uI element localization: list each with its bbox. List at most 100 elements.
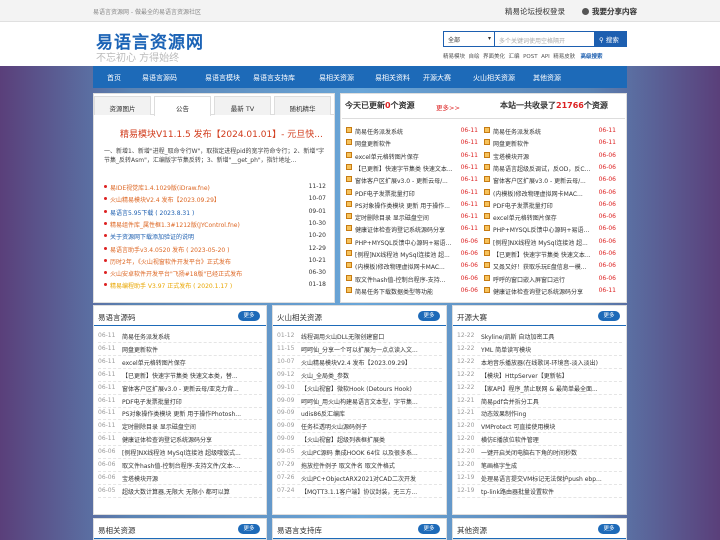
news-item[interactable]: 火山精易模块V2.4 发布【2023.09.29】 10-07 (104, 195, 326, 205)
today-item[interactable]: (内模板)修改物理虚拟网卡MAC... 06-06 (346, 262, 478, 272)
row-title[interactable]: PDF电子发票批量打印 (122, 397, 262, 406)
hot-keyword[interactable]: 汇编 (509, 54, 520, 60)
news-item[interactable]: 精易编程助手 V3.97 正式发布 ( 2020.1.17 ) 01-18 (104, 281, 326, 291)
row-title[interactable]: 【模块】HttpServer【更新帖】 (481, 371, 622, 380)
row-title[interactable]: [例程]NX线程池 MySql连接池 超级哦饭式... (122, 448, 262, 457)
today-item[interactable]: 简易任务下载数据类型等功能 06-06 (346, 286, 478, 297)
nav-item[interactable]: 易语言源码 (142, 73, 177, 83)
today-item[interactable]: [例程]NX线程池 MySql连接池 超... 06-06 (346, 250, 478, 260)
login-link[interactable]: 精易论坛授权登录 (505, 6, 565, 17)
today-item[interactable]: 简易任务派发系统 06-11 (346, 127, 478, 137)
nav-item[interactable]: 易相关资源 (319, 73, 354, 83)
today-item[interactable]: 定时删除目录 显示磁盘空间 06-11 (346, 213, 478, 223)
row-title[interactable]: 火山PC+ObjectARX2021对CAD二次开发 (301, 474, 442, 483)
row-title[interactable]: 火山PC源码 集成HOOK 64位 以及很多系... (301, 448, 442, 457)
tab-images[interactable]: 资源图片 (94, 96, 151, 115)
hot-keyword[interactable]: 精易皮肤 (553, 54, 575, 60)
row-title[interactable]: 健康证体检查询登记系统源码分享 (122, 435, 262, 444)
row-title[interactable]: 【家API】程序_禁止联网 & 最简单最全面... (481, 384, 622, 393)
row-title[interactable]: 【已更新】快速字节集类 快速文本类，替... (122, 371, 262, 380)
search-input[interactable]: 多个关键词使用空格隔开 (495, 31, 595, 47)
today-item[interactable]: PS对象操作类模块 更新 用于操作... 06-11 (346, 200, 478, 211)
news-item[interactable]: 易语言助手v3.4.0520 发布 ( 2023-05-20 ) 12-29 (104, 245, 326, 255)
today-item[interactable]: 宝塔模块开源 06-06 (484, 151, 616, 162)
row-title[interactable]: YML 简单读写模块 (481, 345, 622, 354)
today-item[interactable]: 又叒又好！获取乐玩E盘信息一模... 06-06 (484, 262, 616, 272)
advanced-search-link[interactable]: 高级搜索 (581, 54, 603, 60)
row-title[interactable]: 简易pdf合并拆分工具 (481, 397, 622, 406)
nav-item[interactable]: 开源大赛 (423, 73, 451, 83)
today-item[interactable]: PHP+MYSQL反馈中心源码+易语... 06-06 (346, 237, 478, 248)
row-title[interactable]: 【MQTT3.1.1客户端】协议封装，无三方... (301, 487, 442, 496)
tab-latest-tv[interactable]: 最新 TV (214, 96, 271, 115)
row-title[interactable]: 超级大数计算器,无限大 无限小 都可以算 (122, 487, 262, 496)
search-button[interactable]: ⚲ 搜索 (595, 31, 627, 47)
today-item[interactable]: 呼呼的窗口嵌入屏窗口运行 06-06 (484, 274, 616, 285)
news-item[interactable]: 火山安卓软件开发平台"飞扬#18版"已经正式发布 06-30 (104, 269, 326, 279)
row-title[interactable]: 处理易语言提交VM标记无法保护push ebp... (481, 474, 622, 483)
row-title[interactable]: 【火山视窗】微软Hook (Detours Hook) (301, 384, 442, 393)
row-title[interactable]: udis86反汇编库 (301, 409, 442, 418)
row-title[interactable]: 呵呵仙_分享一个可以扩展为一点点读入文... (301, 345, 442, 354)
tab-announcement[interactable]: 公告 (154, 96, 211, 116)
nav-item[interactable]: 易语言支持库 (253, 73, 295, 83)
news-item[interactable]: 精易组件库_属性框1.3#1212版(JYControl.fne) 10-30 (104, 220, 326, 230)
news-item[interactable]: 易IDE视觉库1.4.1029版(iDraw.fne) 11-12 (104, 183, 326, 193)
nav-item[interactable]: 易相关资料 (375, 73, 410, 83)
hot-keyword[interactable]: POST (523, 54, 538, 60)
row-title[interactable]: 任务栏透明火山源码例子 (301, 422, 442, 431)
today-item[interactable]: PDF电子发票批量打印 06-06 (484, 200, 616, 211)
today-item[interactable]: 健康证体检查询登记系统源码分享 06-11 (346, 225, 478, 235)
more-button[interactable]: 更多 (238, 524, 260, 534)
row-title[interactable]: 呵呵仙_用火山构建易语言文本型，字节集... (301, 397, 442, 406)
release-title[interactable]: 精易模块V11.1.5 发布【2024.01.01】- 元旦快... (120, 127, 323, 140)
today-more-link[interactable]: 更多>> (436, 102, 460, 112)
today-item[interactable]: 简易语言超级反调试，反OD，反C... 06-06 (484, 163, 616, 174)
today-item[interactable]: [例程]NX线程池 MySql连接池 超... 06-06 (484, 237, 616, 248)
today-item[interactable]: 窗体客户区扩展v3.0 - 更新云母/... 06-11 (346, 176, 478, 186)
news-item[interactable]: 易语言5.95下载 ( 2023.8.31 ) 09-01 (104, 208, 326, 218)
nav-item[interactable]: 易语言模块 (205, 73, 240, 83)
hot-keyword[interactable]: API (541, 54, 550, 60)
row-title[interactable]: 窗体客户区扩展v3.0 - 更新云母/亚克力背... (122, 384, 262, 393)
more-button[interactable]: 更多 (418, 524, 440, 534)
row-title[interactable]: 线程调用火山DLL无限创建窗口 (301, 332, 442, 341)
nav-item[interactable]: 其他资源 (533, 73, 561, 83)
row-title[interactable]: 简易任务派发系统 (122, 332, 262, 341)
row-title[interactable]: 定时删除目录 显示磁盘空间 (122, 422, 262, 431)
row-title[interactable]: 笔画格字生成 (481, 461, 622, 470)
row-title[interactable]: 一键开启关闭电脑右下角的时间秒数 (481, 448, 622, 457)
more-button[interactable]: 更多 (238, 311, 260, 321)
more-button[interactable]: 更多 (598, 311, 620, 321)
row-title[interactable]: 拖放控件例子 取文件名 取文件格式 (301, 461, 442, 470)
row-title[interactable]: 宝塔模块开源 (122, 474, 262, 483)
row-title[interactable]: 横仿E播放位软件管理 (481, 435, 622, 444)
today-item[interactable]: PHP+MYSQL反馈中心源码+易语... 06-06 (484, 225, 616, 235)
news-item[interactable]: 关于资源网下载添加验证的说明 10-20 (104, 232, 326, 242)
today-item[interactable]: 健康证体检查询登记系统源码分享 06-11 (484, 286, 616, 297)
row-title[interactable]: VMProtect 可直接使用模块 (481, 422, 622, 431)
nav-item[interactable]: 火山相关资源 (473, 73, 515, 83)
row-title[interactable]: 火山_全局类_参数 (301, 371, 442, 380)
hot-keyword[interactable]: 自绘 (469, 54, 480, 60)
today-item[interactable]: 窗体客户区扩展v3.0 - 更新云母/... 06-06 (484, 176, 616, 186)
row-title[interactable]: PS对象操作类模块 更新 用于操作Photosh... (122, 409, 262, 418)
today-item[interactable]: (内模板)修改物理虚拟网卡MAC... 06-06 (484, 188, 616, 199)
row-title[interactable]: 【火山视窗】超级列表框扩展类 (301, 435, 442, 444)
more-button[interactable]: 更多 (598, 524, 620, 534)
today-item[interactable]: 网盘更新软件 06-11 (346, 139, 478, 149)
today-item[interactable]: excel单元格转图片保存 06-11 (346, 151, 478, 162)
today-item[interactable]: PDF电子发票批量打印 06-11 (346, 188, 478, 199)
today-item[interactable]: 网盘更新软件 06-11 (484, 139, 616, 149)
row-title[interactable]: 本地音乐播放器(在线歌词-环境音-淡入淡出) (481, 358, 622, 367)
share-link[interactable]: 我要分享内容 (582, 6, 637, 17)
row-title[interactable]: 取文件hash值-控制台程序-支持文件/文本-... (122, 461, 262, 470)
row-title[interactable]: excel单元格转图片保存 (122, 358, 262, 367)
row-title[interactable]: Skyline/凯斯 自动加密工具 (481, 332, 622, 341)
hot-keyword[interactable]: 界面美化 (483, 54, 505, 60)
search-category-select[interactable]: 全部 ▾ (443, 31, 495, 47)
row-title[interactable]: 火山精易模块V2.4 发布【2023.09.29】 (301, 358, 442, 367)
today-item[interactable]: 【已更新】快速字节集类 快速文本... 06-06 (484, 250, 616, 260)
today-item[interactable]: excel单元格转图片保存 06-06 (484, 213, 616, 223)
news-item[interactable]: 历时2年，《火山视窗软件开发平台》正式发布 10-21 (104, 257, 326, 267)
